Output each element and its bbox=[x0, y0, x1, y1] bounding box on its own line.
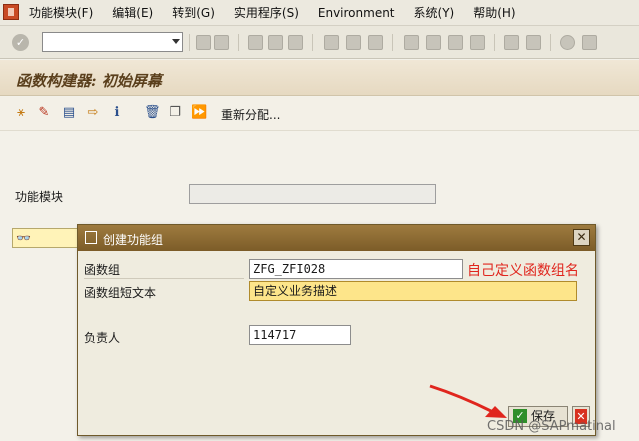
edit-pencil-icon[interactable]: ✎ bbox=[36, 105, 52, 121]
menu-system[interactable]: 系统(Y) bbox=[414, 6, 455, 20]
person-responsible-input[interactable]: 114717 bbox=[249, 325, 351, 345]
dialog-body: 函数组 ZFG_ZFI028 自己定义函数组名 函数组短文本 自定义业务描述 负… bbox=[78, 251, 595, 435]
system-toolbar: ✓ bbox=[0, 26, 639, 59]
back-nav-icon[interactable] bbox=[248, 35, 263, 50]
layout-menu-icon[interactable] bbox=[582, 35, 597, 50]
short-text-input[interactable]: 自定义业务描述 bbox=[249, 281, 577, 301]
display-glasses-button[interactable]: 👓 bbox=[12, 228, 82, 248]
menu-function-module[interactable]: 功能模块(F) bbox=[29, 6, 93, 20]
copy-object-icon[interactable]: ⇨ bbox=[85, 105, 101, 121]
next-page-icon[interactable] bbox=[448, 35, 463, 50]
menu-edit[interactable]: 编辑(E) bbox=[112, 6, 153, 20]
page-title: 函数构建器: 初始屏幕 bbox=[16, 72, 162, 90]
function-group-input[interactable]: ZFG_ZFI028 bbox=[249, 259, 463, 279]
shortcut-icon[interactable] bbox=[526, 35, 541, 50]
help-icon[interactable] bbox=[560, 35, 575, 50]
print-icon[interactable] bbox=[324, 35, 339, 50]
menu-items: 功能模块(F) 编辑(E) 转到(G) 实用程序(S) Environment … bbox=[29, 6, 516, 20]
back-icon[interactable] bbox=[196, 35, 211, 50]
toolbar-separator bbox=[392, 34, 393, 51]
command-field[interactable] bbox=[42, 32, 183, 52]
menu-bar: 功能模块(F) 编辑(E) 转到(G) 实用程序(S) Environment … bbox=[0, 0, 639, 26]
create-function-group-dialog: 创建功能组 ✕ 函数组 ZFG_ZFI028 自己定义函数组名 函数组短文本 自… bbox=[77, 224, 596, 436]
info-icon[interactable]: ℹ bbox=[109, 105, 125, 121]
copy-icon[interactable]: ❐ bbox=[167, 105, 183, 121]
exit-icon[interactable] bbox=[268, 35, 283, 50]
dialog-title-bar: 创建功能组 ✕ bbox=[78, 225, 595, 251]
dialog-window-icon bbox=[85, 231, 97, 244]
toolbar-separator bbox=[550, 34, 551, 51]
previous-page-icon[interactable] bbox=[426, 35, 441, 50]
toolbar-separator bbox=[312, 34, 313, 51]
delete-trash-icon[interactable]: 🗑 bbox=[144, 105, 161, 121]
toolbar-separator bbox=[494, 34, 495, 51]
toolbar-separator bbox=[238, 34, 239, 51]
toolbar-separator bbox=[189, 34, 190, 51]
menu-goto[interactable]: 转到(G) bbox=[172, 6, 215, 20]
glasses-icon: 👓 bbox=[16, 231, 31, 245]
menu-environment[interactable]: Environment bbox=[318, 6, 395, 20]
reassign-icon[interactable]: ⏩ bbox=[191, 105, 207, 121]
close-icon[interactable]: ✕ bbox=[573, 229, 590, 246]
reassign-button[interactable]: 重新分配... bbox=[221, 106, 280, 123]
short-text-label: 函数组短文本 bbox=[84, 286, 157, 300]
function-group-label: 函数组 bbox=[84, 261, 244, 279]
dialog-title: 创建功能组 bbox=[103, 233, 164, 247]
function-module-input[interactable] bbox=[189, 184, 436, 204]
first-page-icon[interactable] bbox=[404, 35, 419, 50]
find-next-icon[interactable] bbox=[368, 35, 383, 50]
menu-utilities[interactable]: 实用程序(S) bbox=[234, 6, 299, 20]
function-module-label: 功能模块 bbox=[15, 190, 64, 204]
cancel-icon[interactable] bbox=[288, 35, 303, 50]
new-session-icon[interactable] bbox=[504, 35, 519, 50]
annotation-text: 自己定义函数组名 bbox=[467, 263, 579, 279]
sap-menu-icon[interactable] bbox=[3, 4, 19, 20]
person-responsible-label: 负责人 bbox=[84, 331, 121, 345]
red-arrow-icon bbox=[429, 384, 507, 418]
enter-icon[interactable]: ✓ bbox=[12, 34, 29, 51]
watermark: CSDN @SAPmatinal bbox=[487, 419, 616, 434]
application-toolbar: ⚹ ✎ ▤ ⇨ ℹ 🗑 ❐ ⏩ 重新分配... bbox=[0, 97, 639, 131]
display-icon[interactable]: ▤ bbox=[61, 105, 77, 121]
save-icon[interactable] bbox=[214, 35, 229, 50]
last-page-icon[interactable] bbox=[470, 35, 485, 50]
screen-title-bar: 函数构建器: 初始屏幕 bbox=[0, 60, 639, 96]
find-icon[interactable] bbox=[346, 35, 361, 50]
chevron-down-icon[interactable] bbox=[172, 39, 180, 44]
other-object-icon[interactable]: ⚹ bbox=[13, 105, 29, 121]
menu-help[interactable]: 帮助(H) bbox=[473, 6, 515, 20]
